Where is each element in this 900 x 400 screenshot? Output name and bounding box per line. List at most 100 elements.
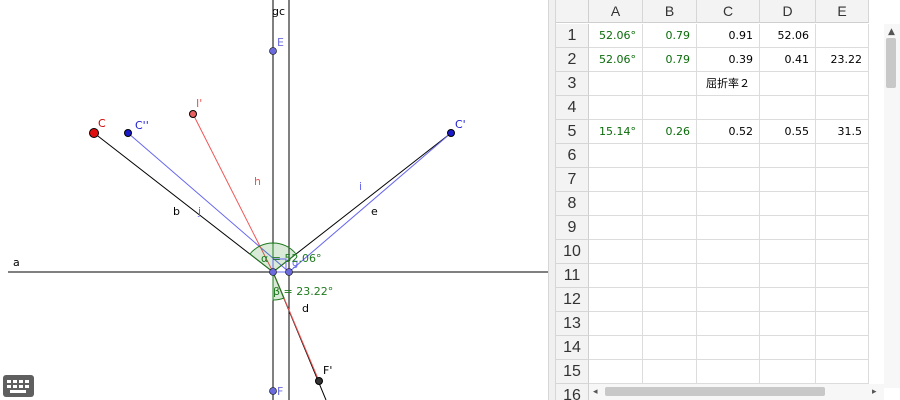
cell-A3[interactable]	[589, 72, 643, 96]
spreadsheet-view[interactable]: ABCDE 1 2 3 4 5 6 7 8 9 10 11 12 13 14 15 16 52.06° 0.79…	[556, 0, 900, 400]
row-header-11[interactable]: 11	[556, 264, 589, 288]
cell-A15[interactable]	[589, 360, 643, 384]
cell-C11[interactable]	[697, 264, 760, 288]
vertical-scroll-thumb[interactable]	[886, 38, 896, 88]
cell-E13[interactable]	[816, 312, 869, 336]
cell-A8[interactable]	[589, 192, 643, 216]
cell-B14[interactable]	[643, 336, 697, 360]
cell-C5[interactable]: 0.52	[697, 120, 760, 144]
row-header-7[interactable]: 7	[556, 168, 589, 192]
cell-C7[interactable]	[697, 168, 760, 192]
cell-E15[interactable]	[816, 360, 869, 384]
scroll-left-icon[interactable]: ◂	[593, 387, 598, 397]
row-header-14[interactable]: 14	[556, 336, 589, 360]
cell-D2[interactable]: 0.41	[760, 48, 816, 72]
view-splitter[interactable]	[548, 0, 556, 400]
cell-E6[interactable]	[816, 144, 869, 168]
segment-b[interactable]	[93, 132, 274, 273]
row-header-15[interactable]: 15	[556, 360, 589, 384]
cell-B1[interactable]: 0.79	[643, 24, 697, 48]
column-header-A[interactable]: A	[589, 0, 643, 23]
point-G[interactable]	[285, 268, 293, 276]
cell-B12[interactable]	[643, 288, 697, 312]
cell-C12[interactable]	[697, 288, 760, 312]
column-header-E[interactable]: E	[816, 0, 869, 23]
cell-B7[interactable]	[643, 168, 697, 192]
cell-E14[interactable]	[816, 336, 869, 360]
cell-A7[interactable]	[589, 168, 643, 192]
cell-D10[interactable]	[760, 240, 816, 264]
cell-D4[interactable]	[760, 96, 816, 120]
cell-B3[interactable]	[643, 72, 697, 96]
cell-D14[interactable]	[760, 336, 816, 360]
cell-A4[interactable]	[589, 96, 643, 120]
cell-C13[interactable]	[697, 312, 760, 336]
cell-C14[interactable]	[697, 336, 760, 360]
cell-D8[interactable]	[760, 192, 816, 216]
cell-D3[interactable]	[760, 72, 816, 96]
graphics-view[interactable]: C C'' I' C' E F F' gc a b j h i e d g α …	[0, 0, 548, 400]
cell-B4[interactable]	[643, 96, 697, 120]
cell-D11[interactable]	[760, 264, 816, 288]
cell-E12[interactable]	[816, 288, 869, 312]
point-I1[interactable]	[189, 110, 197, 118]
spreadsheet-corner[interactable]	[556, 0, 589, 23]
cell-E3[interactable]	[816, 72, 869, 96]
cell-C6[interactable]	[697, 144, 760, 168]
cell-B8[interactable]	[643, 192, 697, 216]
cell-E5[interactable]: 31.5	[816, 120, 869, 144]
cell-A11[interactable]	[589, 264, 643, 288]
cell-A9[interactable]	[589, 216, 643, 240]
cell-E8[interactable]	[816, 192, 869, 216]
point-C1[interactable]	[447, 129, 455, 137]
point-F[interactable]	[269, 387, 277, 395]
column-header-C[interactable]: C	[697, 0, 760, 23]
cell-D5[interactable]: 0.55	[760, 120, 816, 144]
cell-A1[interactable]: 52.06°	[589, 24, 643, 48]
cell-C4[interactable]	[697, 96, 760, 120]
point-O[interactable]	[269, 268, 277, 276]
keyboard-icon[interactable]	[3, 375, 34, 397]
cell-C3[interactable]: 屈折率２	[697, 72, 760, 96]
row-header-16[interactable]: 16	[556, 384, 589, 400]
cell-B9[interactable]	[643, 216, 697, 240]
cell-E9[interactable]	[816, 216, 869, 240]
cell-C15[interactable]	[697, 360, 760, 384]
row-header-6[interactable]: 6	[556, 144, 589, 168]
cell-B2[interactable]: 0.79	[643, 48, 697, 72]
cell-D9[interactable]	[760, 216, 816, 240]
cell-C8[interactable]	[697, 192, 760, 216]
point-F1[interactable]	[315, 377, 323, 385]
cell-E11[interactable]	[816, 264, 869, 288]
column-header-B[interactable]: B	[643, 0, 697, 23]
row-header-9[interactable]: 9	[556, 216, 589, 240]
point-C2[interactable]	[124, 129, 132, 137]
cell-E2[interactable]: 23.22	[816, 48, 869, 72]
cell-C1[interactable]: 0.91	[697, 24, 760, 48]
cell-B5[interactable]: 0.26	[643, 120, 697, 144]
horizontal-scroll-thumb[interactable]	[605, 387, 825, 396]
cell-B6[interactable]	[643, 144, 697, 168]
cell-B13[interactable]	[643, 312, 697, 336]
cell-A6[interactable]	[589, 144, 643, 168]
point-E[interactable]	[269, 47, 277, 55]
cell-B10[interactable]	[643, 240, 697, 264]
row-header-13[interactable]: 13	[556, 312, 589, 336]
cell-D6[interactable]	[760, 144, 816, 168]
horizontal-scrollbar[interactable]: ◂ ▸	[589, 384, 884, 400]
row-header-4[interactable]: 4	[556, 96, 589, 120]
cell-E10[interactable]	[816, 240, 869, 264]
cell-E1[interactable]	[816, 24, 869, 48]
cell-D15[interactable]	[760, 360, 816, 384]
cell-A12[interactable]	[589, 288, 643, 312]
row-header-3[interactable]: 3	[556, 72, 589, 96]
row-header-10[interactable]: 10	[556, 240, 589, 264]
cell-A13[interactable]	[589, 312, 643, 336]
graphics-canvas[interactable]: C C'' I' C' E F F' gc a b j h i e d g α …	[0, 0, 548, 400]
column-header-D[interactable]: D	[760, 0, 816, 23]
cell-A5[interactable]: 15.14°	[589, 120, 643, 144]
cell-B15[interactable]	[643, 360, 697, 384]
scroll-right-icon[interactable]: ▸	[872, 387, 877, 397]
row-header-8[interactable]: 8	[556, 192, 589, 216]
cell-D7[interactable]	[760, 168, 816, 192]
